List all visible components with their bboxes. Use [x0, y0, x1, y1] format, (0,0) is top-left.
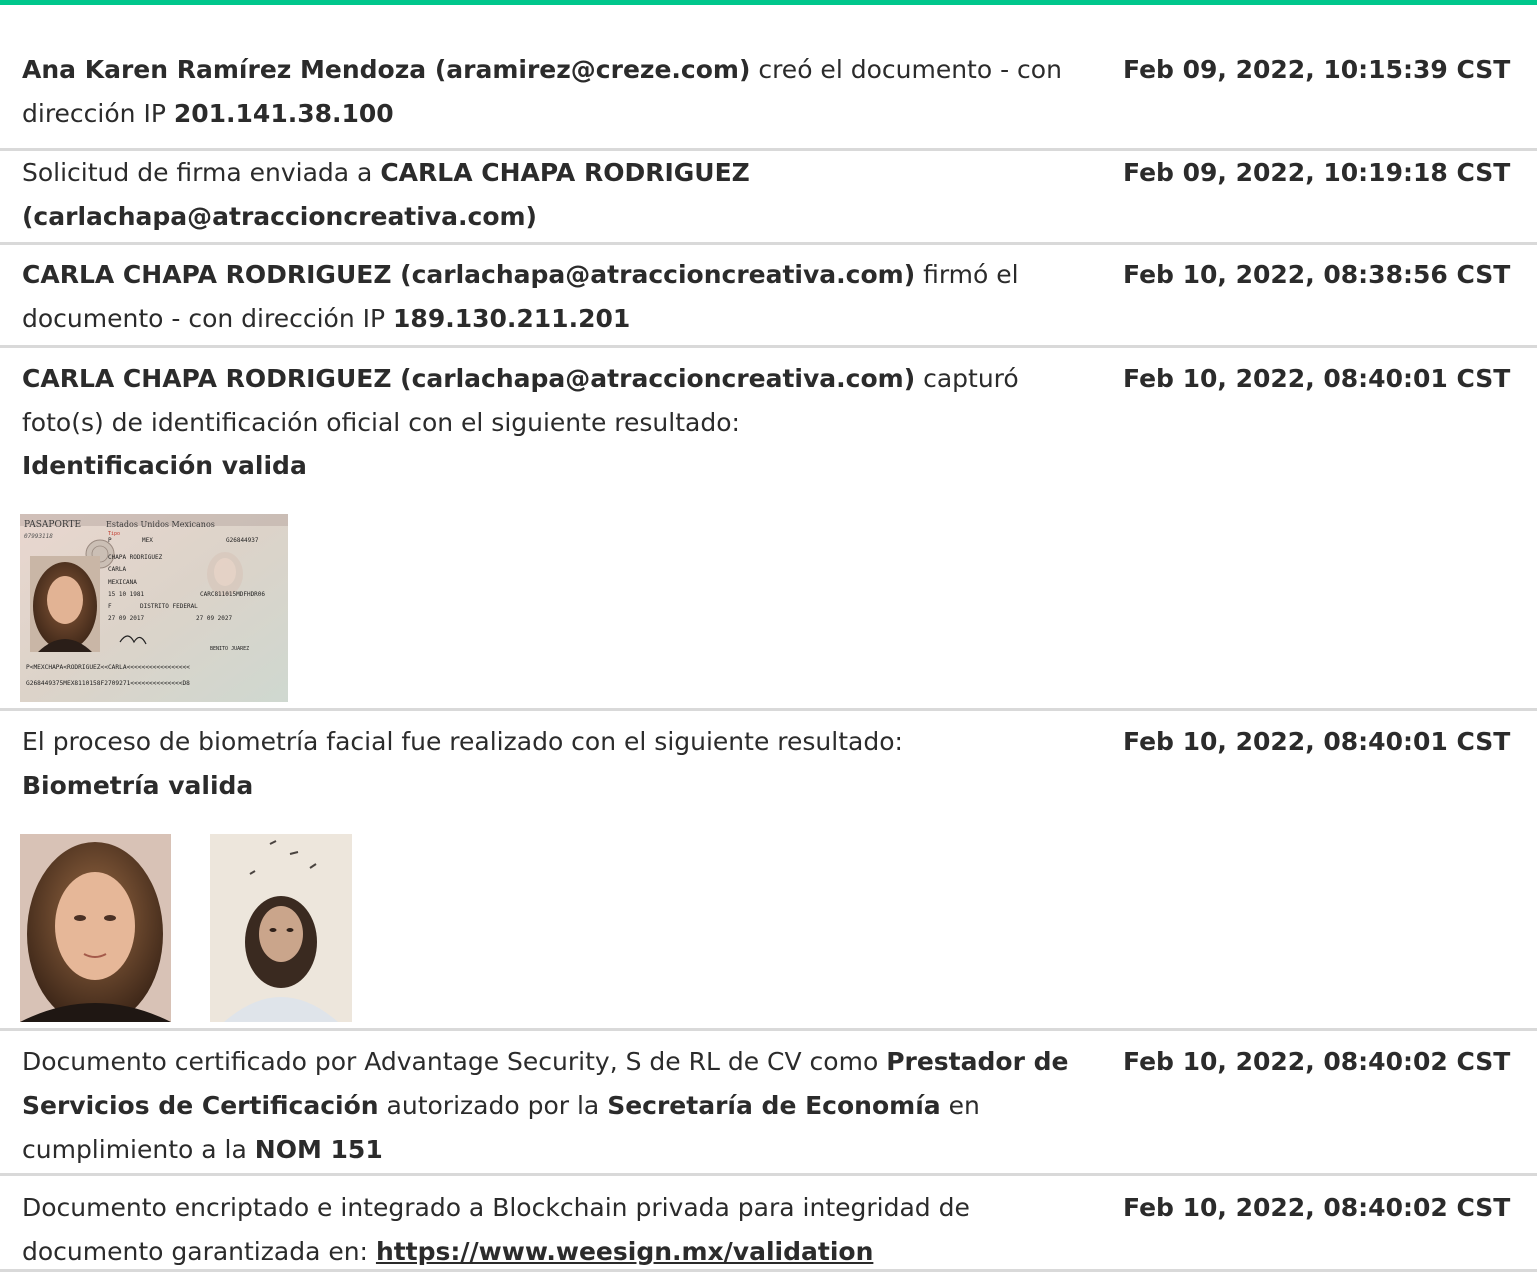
- bold-text: CARLA CHAPA RODRIGUEZ (carlachapa@atracc…: [22, 364, 916, 393]
- event-timestamp: Feb 09, 2022, 10:19:18 CST: [1123, 158, 1511, 187]
- bold-text: 201.141.38.100: [173, 99, 394, 128]
- event-description: CARLA CHAPA RODRIGUEZ (carlachapa@atracc…: [22, 253, 1082, 341]
- text: autorizado por la: [378, 1091, 608, 1120]
- passport-birth-date: 15 10 1981: [108, 591, 145, 598]
- bold-text: NOM 151: [254, 1135, 383, 1164]
- passport-mrz-1: P<MEXCHAPA<RODRIGUEZ<<CARLA<<<<<<<<<<<<<…: [26, 664, 190, 671]
- event-timestamp: Feb 10, 2022, 08:40:02 CST: [1123, 1047, 1511, 1076]
- id-face-image: [20, 834, 171, 1022]
- event-result: Biometría valida: [22, 771, 254, 800]
- passport-surname: CHAPA RODRIGUEZ: [108, 554, 163, 561]
- event-timestamp: Feb 10, 2022, 08:38:56 CST: [1123, 260, 1511, 289]
- validation-link[interactable]: https://www.weesign.mx/validation: [376, 1237, 873, 1266]
- passport-expiry-date: 27 09 2027: [196, 615, 233, 622]
- passport-type: P: [108, 537, 112, 544]
- passport-nationality: MEXICANA: [108, 579, 137, 586]
- top-accent-bar: [0, 0, 1537, 5]
- event-description: Documento certificado por Advantage Secu…: [22, 1040, 1082, 1172]
- audit-row: Solicitud de firma enviada a CARLA CHAPA…: [0, 151, 1537, 245]
- passport-no: G26844937: [226, 537, 259, 544]
- audit-row: CARLA CHAPA RODRIGUEZ (carlachapa@atracc…: [0, 348, 1537, 711]
- event-description: Solicitud de firma enviada a CARLA CHAPA…: [22, 151, 1082, 239]
- passport-country: Estados Unidos Mexicanos: [106, 520, 215, 529]
- event-result: Identificación valida: [22, 451, 307, 480]
- bold-text: Secretaría de Economía: [607, 1091, 941, 1120]
- event-timestamp: Feb 09, 2022, 10:15:39 CST: [1123, 55, 1511, 84]
- event-description: El proceso de biometría facial fue reali…: [22, 720, 1082, 764]
- passport-sex: F: [108, 603, 112, 610]
- text: El proceso de biometría facial fue reali…: [22, 727, 903, 756]
- passport-image: PASAPORTE Estados Unidos Mexicanos 07993…: [20, 514, 288, 702]
- passport-given-name: CARLA: [108, 566, 126, 573]
- event-timestamp: Feb 10, 2022, 08:40:02 CST: [1123, 1193, 1511, 1222]
- audit-row: Ana Karen Ramírez Mendoza (aramirez@crez…: [0, 36, 1537, 151]
- passport-curp: CARC811015MDFHDR06: [200, 591, 265, 598]
- passport-number-small: 07993118: [24, 533, 53, 540]
- audit-row: El proceso de biometría facial fue reali…: [0, 711, 1537, 1031]
- event-description: Documento encriptado e integrado a Block…: [22, 1186, 1082, 1274]
- event-description: CARLA CHAPA RODRIGUEZ (carlachapa@atracc…: [22, 357, 1082, 445]
- bold-text: CARLA CHAPA RODRIGUEZ (carlachapa@atracc…: [22, 260, 916, 289]
- audit-row: Documento encriptado e integrado a Block…: [0, 1176, 1537, 1272]
- passport-mrz-2: G268449375MEX8110158F2709271<<<<<<<<<<<<…: [26, 680, 190, 687]
- text: Documento certificado por Advantage Secu…: [22, 1047, 887, 1076]
- passport-code: MEX: [142, 537, 153, 544]
- passport-issue-date: 27 09 2017: [108, 615, 145, 622]
- audit-row: CARLA CHAPA RODRIGUEZ (carlachapa@atracc…: [0, 245, 1537, 348]
- passport-header: PASAPORTE: [24, 520, 81, 530]
- bold-text: Ana Karen Ramírez Mendoza (aramirez@crez…: [22, 55, 751, 84]
- audit-row: Documento certificado por Advantage Secu…: [0, 1031, 1537, 1176]
- text: Solicitud de firma enviada a: [22, 158, 381, 187]
- event-timestamp: Feb 10, 2022, 08:40:01 CST: [1123, 727, 1511, 756]
- event-timestamp: Feb 10, 2022, 08:40:01 CST: [1123, 364, 1511, 393]
- selfie-image: [210, 834, 352, 1022]
- passport-birth-place: DISTRITO FEDERAL: [140, 603, 198, 610]
- bold-text: 189.130.211.201: [393, 304, 631, 333]
- passport-authority: BENITO JUAREZ: [210, 646, 249, 652]
- event-description: Ana Karen Ramírez Mendoza (aramirez@crez…: [22, 48, 1082, 136]
